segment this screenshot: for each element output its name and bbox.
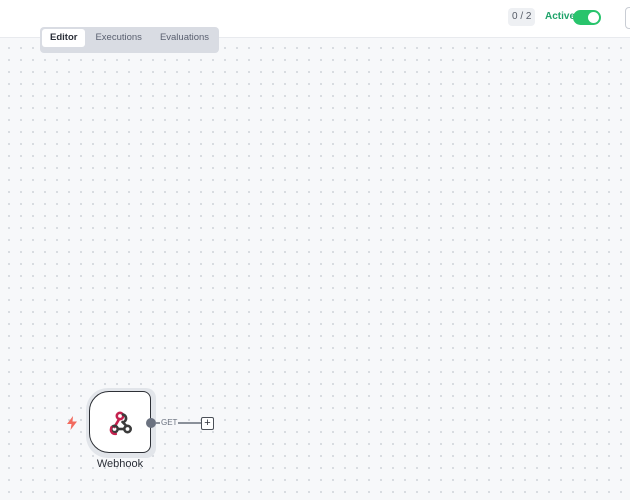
webhook-node-body[interactable]	[89, 391, 151, 453]
lightning-bolt-icon	[67, 416, 77, 430]
partial-button[interactable]	[625, 7, 630, 29]
toggle-knob	[588, 12, 599, 23]
active-label: Active	[545, 11, 576, 22]
tab-editor[interactable]: Editor	[42, 29, 86, 47]
tab-executions[interactable]: Executions	[87, 29, 149, 47]
node-label: Webhook	[96, 458, 144, 470]
active-toggle[interactable]	[573, 10, 601, 25]
connection-label: GET	[160, 418, 179, 427]
counter-badge: 0 / 2	[508, 8, 536, 26]
add-node-button[interactable]: +	[201, 417, 214, 430]
tab-evaluations[interactable]: Evaluations	[152, 29, 217, 47]
view-tabs: Editor Executions Evaluations	[40, 27, 220, 53]
webhook-icon	[109, 411, 132, 436]
output-handle[interactable]	[146, 418, 156, 428]
